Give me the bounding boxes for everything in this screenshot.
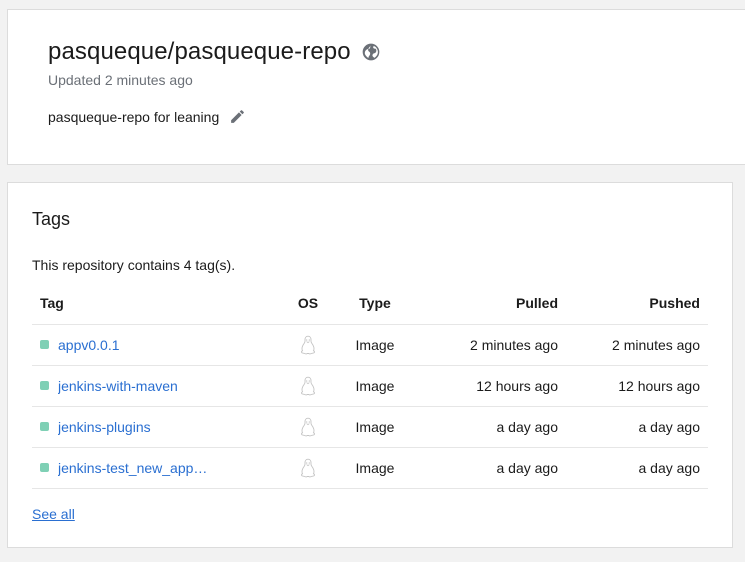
status-dot [40,463,49,472]
column-header-pushed: Pushed [558,283,708,325]
tag-pulled: 2 minutes ago [416,324,558,366]
status-dot [40,422,49,431]
repo-updated-time: Updated 2 minutes ago [48,72,193,88]
tag-pushed: a day ago [558,406,708,448]
tag-pushed: 2 minutes ago [558,324,708,366]
table-row: appv0.0.1 Image 2 minutes ago 2 minutes … [32,324,708,366]
repo-title: pasqueque/pasqueque-repo [48,38,351,65]
status-dot [40,340,49,349]
tag-pulled: 12 hours ago [416,365,558,407]
linux-icon [300,335,316,355]
repo-header-card: pasqueque/pasqueque-repo Updated 2 minut… [7,9,745,165]
tag-type: Image [334,447,416,489]
column-header-pulled: Pulled [416,283,558,325]
repo-description: pasqueque-repo for leaning [48,108,220,125]
status-dot [40,381,49,390]
tags-card: Tags This repository contains 4 tag(s). … [7,182,733,548]
tags-summary: This repository contains 4 tag(s). [32,257,236,273]
column-header-os: OS [282,283,334,325]
tag-type: Image [334,406,416,448]
tags-title: Tags [32,209,71,229]
tag-link[interactable]: appv0.0.1 [58,337,120,353]
pencil-icon[interactable] [229,108,246,125]
tag-link[interactable]: jenkins-plugins [58,419,151,435]
tags-table-header: Tag OS Type Pulled Pushed [32,283,708,325]
tag-link[interactable]: jenkins-test_new_app… [58,460,207,476]
tag-type: Image [334,365,416,407]
tag-pushed: 12 hours ago [558,365,708,407]
linux-icon [300,458,316,478]
table-row: jenkins-plugins Image a day ago a day ag… [32,406,708,448]
repo-title-row: pasqueque/pasqueque-repo [48,38,381,66]
tag-type: Image [334,324,416,366]
repo-description-row: pasqueque-repo for leaning [48,108,246,125]
tag-link[interactable]: jenkins-with-maven [58,378,178,394]
see-all-link[interactable]: See all [32,506,75,522]
tag-pulled: a day ago [416,406,558,448]
globe-icon [361,42,381,62]
tag-pushed: a day ago [558,447,708,489]
linux-icon [300,376,316,396]
table-row: jenkins-with-maven Image 12 hours ago 12… [32,365,708,407]
linux-icon [300,417,316,437]
column-header-type: Type [334,283,416,325]
tags-table: Tag OS Type Pulled Pushed appv0.0.1 Imag… [32,283,708,489]
tag-pulled: a day ago [416,447,558,489]
table-row: jenkins-test_new_app… Image a day ago a … [32,447,708,489]
column-header-tag: Tag [32,283,282,325]
